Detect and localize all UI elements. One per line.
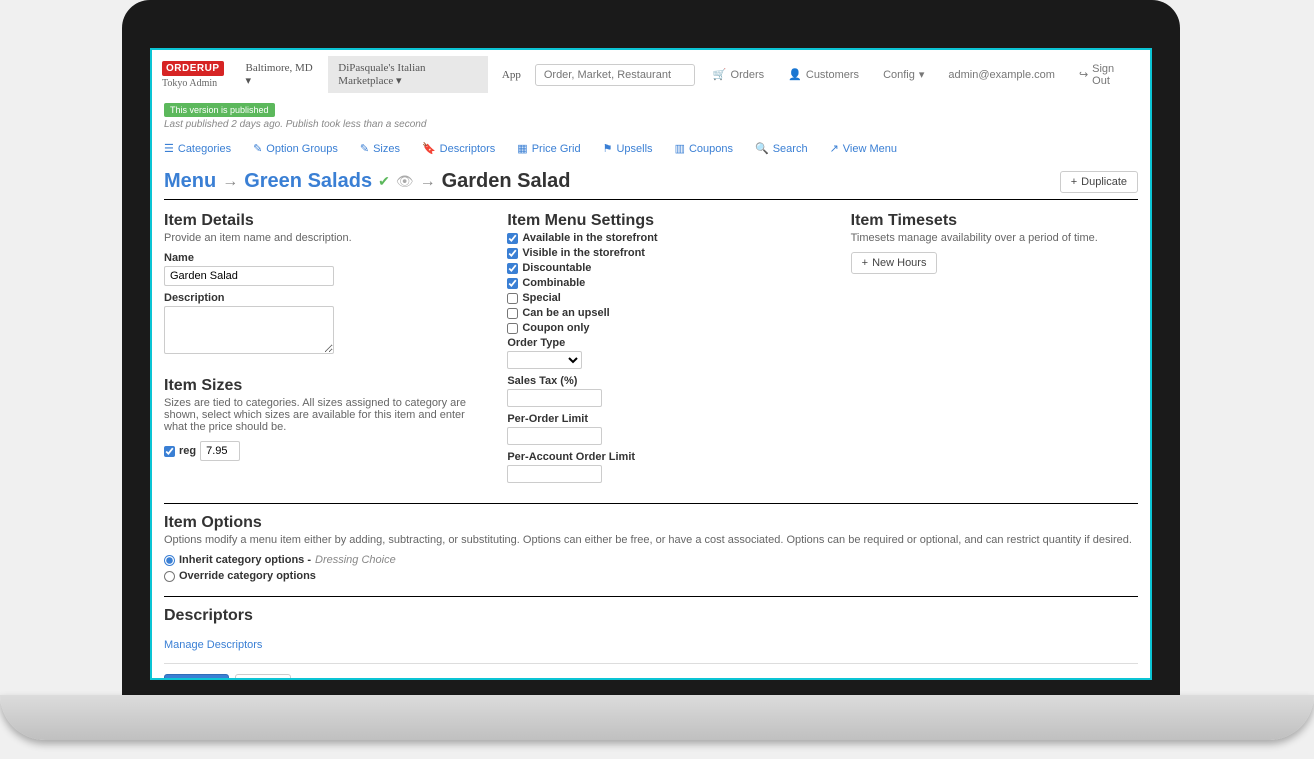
item-details-heading: Item Details [164,212,483,230]
description-label: Description [164,292,483,304]
item-options-heading: Item Options [164,514,1138,532]
size-reg-checkbox[interactable] [164,446,175,457]
lbl-visible: Visible in the storefront [522,247,645,259]
lbl-discountable: Discountable [522,262,591,274]
search-input[interactable] [535,64,695,86]
flag-icon: ⚑ [603,142,613,155]
eye-icon: 👁 [396,173,414,190]
size-reg-label: reg [179,445,196,457]
tab-option-groups[interactable]: ✎Option Groups [253,138,338,159]
edit-icon: ✎ [360,142,369,155]
user-icon: 👤 [788,68,802,81]
per-order-label: Per-Order Limit [507,413,826,425]
sales-tax-label: Sales Tax (%) [507,375,826,387]
chevron-down-icon: ▾ [919,68,925,81]
breadcrumb-item: Garden Salad [442,170,571,193]
chk-visible[interactable] [507,248,518,259]
grid-icon: ▦ [517,142,527,155]
order-type-select[interactable] [507,351,582,369]
signout-icon: ↪ [1079,68,1088,81]
breadcrumb-category[interactable]: Green Salads [244,170,372,193]
per-order-input[interactable] [507,427,602,445]
external-icon: ↗ [830,142,839,155]
tab-search[interactable]: 🔍Search [755,138,808,159]
logo-subtitle: Tokyo Admin [162,78,217,89]
per-account-label: Per-Account Order Limit [507,451,826,463]
menu-tabs: ☰Categories ✎Option Groups ✎Sizes 🔖Descr… [164,138,1138,160]
plus-icon: + [862,257,868,269]
save-button[interactable]: 💾Save [164,674,229,678]
tab-categories[interactable]: ☰Categories [164,138,231,159]
item-timesets-sub: Timesets manage availability over a peri… [851,232,1138,244]
config-dropdown[interactable]: Config ▾ [873,62,934,87]
lbl-inherit: Inherit category options - [179,554,311,566]
tab-descriptors[interactable]: 🔖Descriptors [422,138,495,159]
cart-icon: 🛒 [713,68,727,81]
tab-view-menu[interactable]: ↗View Menu [830,138,897,159]
sales-tax-input[interactable] [507,389,602,407]
radio-inherit[interactable] [164,555,175,566]
chk-combinable[interactable] [507,278,518,289]
breadcrumb-menu[interactable]: Menu [164,170,216,193]
item-settings-heading: Item Menu Settings [507,212,826,230]
published-badge: This version is published [164,103,275,117]
tab-price-grid[interactable]: ▦Price Grid [517,138,580,159]
arrow-icon: → [222,173,238,191]
description-input[interactable] [164,306,334,354]
app-link[interactable]: App [492,63,531,87]
edit-icon: ✎ [253,142,262,155]
order-type-label: Order Type [507,337,826,349]
chk-discountable[interactable] [507,263,518,274]
chk-coupon-only[interactable] [507,323,518,334]
logo: ORDERUP [162,61,224,76]
inherit-detail: Dressing Choice [315,554,396,566]
lbl-combinable: Combinable [522,277,585,289]
tab-upsells[interactable]: ⚑Upsells [603,138,653,159]
descriptors-heading: Descriptors [164,607,1138,625]
new-hours-button[interactable]: +New Hours [851,252,938,274]
restaurant-dropdown[interactable]: DiPasquale's Italian Marketplace ▾ [328,56,488,93]
tab-sizes[interactable]: ✎Sizes [360,138,400,159]
size-reg-price[interactable] [200,441,240,461]
chk-special[interactable] [507,293,518,304]
duplicate-button[interactable]: +Duplicate [1060,171,1138,193]
lbl-override: Override category options [179,570,316,582]
lbl-coupon-only: Coupon only [522,322,589,334]
manage-descriptors-link[interactable]: Manage Descriptors [164,639,262,651]
breadcrumb: Menu → Green Salads ✔ 👁 → Garden Salad +… [164,170,1138,200]
item-sizes-heading: Item Sizes [164,377,483,395]
published-text: Last published 2 days ago. Publish took … [164,119,1138,130]
topbar: ORDERUP Tokyo Admin Baltimore, MD ▾ DiPa… [152,50,1150,99]
tab-coupons[interactable]: ▥Coupons [675,138,733,159]
name-label: Name [164,252,483,264]
check-icon: ✔ [378,173,390,190]
item-details-sub: Provide an item name and description. [164,232,483,244]
radio-override[interactable] [164,571,175,582]
orders-link[interactable]: 🛒Orders [703,62,774,87]
chevron-down-icon: ▾ [246,75,252,87]
item-timesets-heading: Item Timesets [851,212,1138,230]
per-account-input[interactable] [507,465,602,483]
tag-icon: 🔖 [422,142,436,155]
lbl-special: Special [522,292,561,304]
name-input[interactable] [164,266,334,286]
item-sizes-sub: Sizes are tied to categories. All sizes … [164,397,483,433]
search-icon: 🔍 [755,142,769,155]
logo-block: ORDERUP Tokyo Admin [162,61,224,89]
lbl-available: Available in the storefront [522,232,657,244]
admin-email[interactable]: admin@example.com [938,63,1065,87]
cancel-button[interactable]: Cancel [235,674,291,678]
location-dropdown[interactable]: Baltimore, MD ▾ [236,56,325,93]
list-icon: ☰ [164,142,174,155]
plus-icon: + [1071,176,1077,188]
customers-link[interactable]: 👤Customers [778,62,869,87]
arrow-icon: → [420,173,436,191]
barcode-icon: ▥ [675,142,685,155]
signout-link[interactable]: ↪Sign Out [1069,57,1140,93]
chevron-down-icon: ▾ [396,75,402,87]
chk-available[interactable] [507,233,518,244]
item-options-sub: Options modify a menu item either by add… [164,534,1138,546]
chk-upsell[interactable] [507,308,518,319]
lbl-upsell: Can be an upsell [522,307,609,319]
